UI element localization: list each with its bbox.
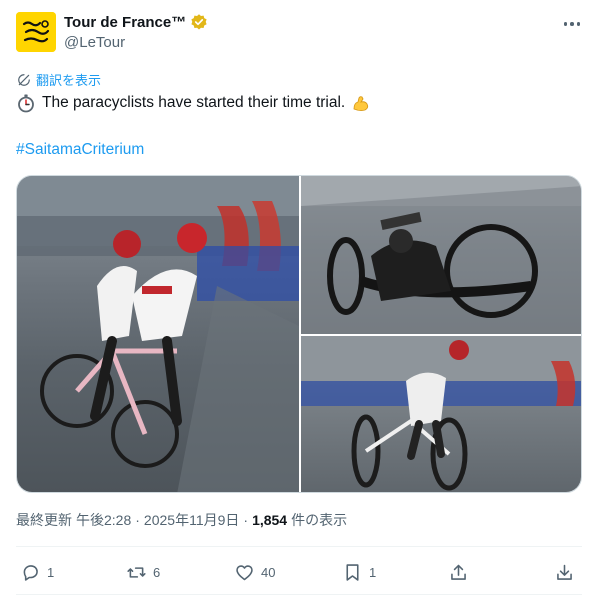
retweet-count: 6 — [153, 564, 161, 580]
tweet-time[interactable]: 午後2:28 — [76, 510, 131, 530]
views-count[interactable]: 1,854 — [252, 512, 287, 528]
photo-handcyclist[interactable] — [301, 176, 581, 334]
tweet-date[interactable]: 2025年11月9日 — [144, 510, 239, 530]
action-bar: 1 6 40 1 — [16, 556, 582, 588]
flexed-biceps-icon — [351, 93, 371, 113]
like-button[interactable]: 40 — [234, 556, 275, 588]
tweet-text: The paracyclists have started their time… — [16, 92, 371, 114]
bookmark-button[interactable]: 1 — [342, 556, 376, 588]
meta-separator: · — [135, 512, 140, 528]
retweet-button[interactable]: 6 — [126, 556, 160, 588]
tweet-meta: 最終更新 午後2:28 · 2025年11月9日 · 1,854 件の表示 — [16, 510, 347, 530]
like-count: 40 — [261, 564, 276, 580]
hashtag-link[interactable]: #SaitamaCriterium — [16, 141, 144, 159]
heart-icon — [236, 564, 253, 580]
translate-icon — [18, 73, 30, 86]
tweet: Tour de France™ @LeTour 翻訳を表示 The paracy… — [0, 0, 598, 596]
reply-button[interactable]: 1 — [20, 556, 54, 588]
download-button[interactable] — [554, 556, 575, 588]
divider — [16, 546, 582, 547]
verified-badge-icon — [190, 13, 208, 31]
share-icon — [451, 564, 466, 580]
translate-label[interactable]: 翻訳を表示 — [36, 70, 101, 89]
author-name-row[interactable]: Tour de France™ — [64, 13, 208, 31]
meta-separator-2: · — [243, 512, 249, 528]
media-grid — [16, 175, 582, 493]
photo-tricyclist[interactable] — [301, 336, 581, 492]
tweet-body: The paracyclists have started their time… — [42, 94, 346, 111]
reply-count: 1 — [47, 564, 55, 580]
author-display-name[interactable]: Tour de France™ — [64, 14, 186, 31]
stopwatch-icon — [16, 93, 36, 113]
reply-icon — [23, 564, 38, 581]
translate-link[interactable]: 翻訳を表示 — [17, 70, 101, 89]
more-options-icon[interactable] — [560, 14, 584, 34]
download-icon — [557, 564, 572, 580]
share-button[interactable] — [448, 556, 469, 588]
bookmark-count: 1 — [369, 564, 377, 580]
retweet-icon — [127, 566, 146, 578]
tour-de-france-logo-icon — [16, 12, 56, 52]
author-handle[interactable]: @LeTour — [64, 34, 125, 51]
divider-bottom — [16, 594, 582, 595]
photo-tandem-riders[interactable] — [17, 176, 299, 492]
views-label: 件の表示 — [291, 512, 348, 528]
updated-label: 最終更新 — [16, 512, 72, 528]
avatar[interactable] — [16, 12, 56, 52]
bookmark-icon — [346, 563, 359, 581]
